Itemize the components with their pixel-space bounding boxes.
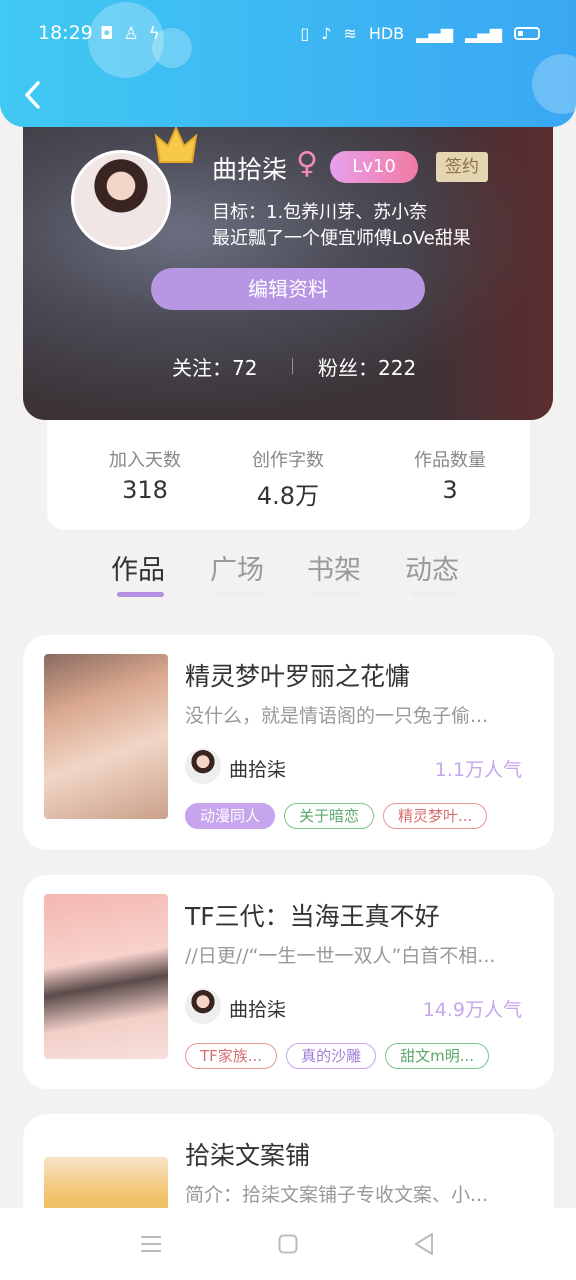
tag-list: TF家族... 真的沙雕 甜文m明... (185, 1043, 490, 1069)
crown-icon (154, 125, 198, 163)
bio-line-2: 最近瓢了一个便宜师傅LoVe甜果 (212, 228, 471, 249)
work-title[interactable]: TF三代：当海王真不好 (185, 897, 440, 933)
status-time: 18:29 (38, 22, 93, 44)
following-count[interactable]: 关注：72 (172, 352, 257, 381)
stat-label: 加入天数 (109, 450, 181, 471)
work-title[interactable]: 拾柒文案铺 (185, 1136, 310, 1172)
work-description: 简介：拾柒文案铺子专收文案、小... (185, 1184, 489, 1206)
work-description: 没什么，就是情语阁的一只兔子偷... (185, 705, 489, 727)
author-name: 曲拾柒 (229, 999, 287, 1021)
work-cover-image[interactable] (44, 894, 168, 1059)
work-card[interactable]: TF三代：当海王真不好 //日更//“一生一世一双人”白首不相... 曲拾柒 1… (23, 875, 554, 1089)
stat-word-count: 创作字数 4.8万 (223, 446, 353, 511)
tab-bar: 作品 广场 书架 动态 (0, 542, 576, 612)
tag-chip[interactable]: 关于暗恋 (284, 803, 375, 829)
back-arrow-icon[interactable] (22, 80, 44, 110)
author-avatar (185, 748, 221, 784)
author-name: 曲拾柒 (229, 759, 287, 781)
bio-line-1: 目标：1.包养川芽、苏小奈 (212, 202, 428, 223)
divider (292, 358, 293, 374)
user-name: 曲拾柒 (212, 155, 288, 184)
tab-underline (313, 592, 360, 597)
decor-bubble (532, 54, 576, 114)
work-description: //日更//“一生一世一双人”白首不相... (185, 945, 496, 967)
tab-dynamics[interactable]: 动态 (405, 548, 459, 587)
stat-works-count: 作品数量 3 (385, 446, 515, 504)
top-bar: 18:29 ◘ ♙ ϟ ▯ ♪ ≋ HDB ▂▄▆ ▂▄▆ (0, 0, 576, 127)
stat-join-days: 加入天数 318 (80, 446, 210, 504)
status-bar: 18:29 ◘ ♙ ϟ ▯ ♪ ≋ HDB ▂▄▆ ▂▄▆ (0, 22, 576, 50)
popularity-count: 14.9万人气 (422, 999, 522, 1021)
user-bio: 目标：1.包养川芽、苏小奈 最近瓢了一个便宜师傅LoVe甜果 (212, 200, 471, 252)
tag-chip[interactable]: 动漫同人 (185, 803, 276, 829)
work-title[interactable]: 精灵梦叶罗丽之花慵 (185, 657, 410, 693)
tag-chip[interactable]: TF家族... (185, 1043, 278, 1069)
level-badge: Lv10 (330, 151, 418, 183)
tab-underline (411, 592, 458, 597)
stat-label: 创作字数 (252, 450, 324, 471)
tag-chip[interactable]: 精灵梦叶... (383, 803, 488, 829)
edit-profile-button[interactable]: 编辑资料 (151, 268, 425, 310)
tag-chip[interactable]: 真的沙雕 (286, 1043, 377, 1069)
battery-icon (514, 27, 540, 40)
stat-value: 4.8万 (256, 482, 320, 510)
signed-badge: 签约 (436, 152, 488, 182)
author-avatar (185, 988, 221, 1024)
tab-works[interactable]: 作品 (111, 548, 165, 587)
hd-label: HDB (368, 24, 405, 43)
tag-chip[interactable]: 甜文m明... (385, 1043, 490, 1069)
back-triangle-icon[interactable] (414, 1232, 434, 1256)
signal-5g-icon: ▂▄▆ (465, 24, 502, 43)
vibrate-icon: ▯ (300, 24, 310, 43)
work-card[interactable]: 精灵梦叶罗丽之花慵 没什么，就是情语阁的一只兔子偷... 曲拾柒 1.1万人气 … (23, 635, 554, 850)
female-gender-icon: ♀ (296, 146, 318, 181)
work-cover-image[interactable] (44, 654, 168, 819)
stat-label: 作品数量 (414, 450, 486, 471)
status-notification-icons: ◘ ♙ ϟ (100, 24, 160, 44)
stats-panel: 加入天数 318 创作字数 4.8万 作品数量 3 (47, 418, 530, 530)
signal-icon: ▂▄▆ (416, 24, 454, 43)
tab-underline (216, 592, 263, 597)
wifi-icon: ≋ (343, 24, 357, 43)
mic-icon: ♪ (321, 24, 332, 43)
tag-list: 动漫同人 关于暗恋 精灵梦叶... (185, 803, 488, 829)
tab-indicator (117, 592, 164, 597)
stat-value: 318 (122, 476, 168, 504)
home-icon[interactable] (278, 1234, 298, 1254)
app-notification-icon: ◘ (100, 24, 114, 44)
system-nav-bar (0, 1208, 576, 1280)
menu-icon[interactable] (140, 1234, 162, 1254)
stat-value: 3 (442, 476, 458, 504)
charging-icon: ϟ (148, 24, 160, 44)
status-system-icons: ▯ ♪ ≋ HDB ▂▄▆ ▂▄▆ (300, 24, 540, 43)
qq-notification-icon: ♙ (123, 24, 139, 44)
tab-square[interactable]: 广场 (210, 548, 264, 587)
fans-count[interactable]: 粉丝：222 (318, 352, 416, 381)
popularity-count: 1.1万人气 (434, 759, 522, 781)
tab-bookshelf[interactable]: 书架 (307, 548, 361, 587)
